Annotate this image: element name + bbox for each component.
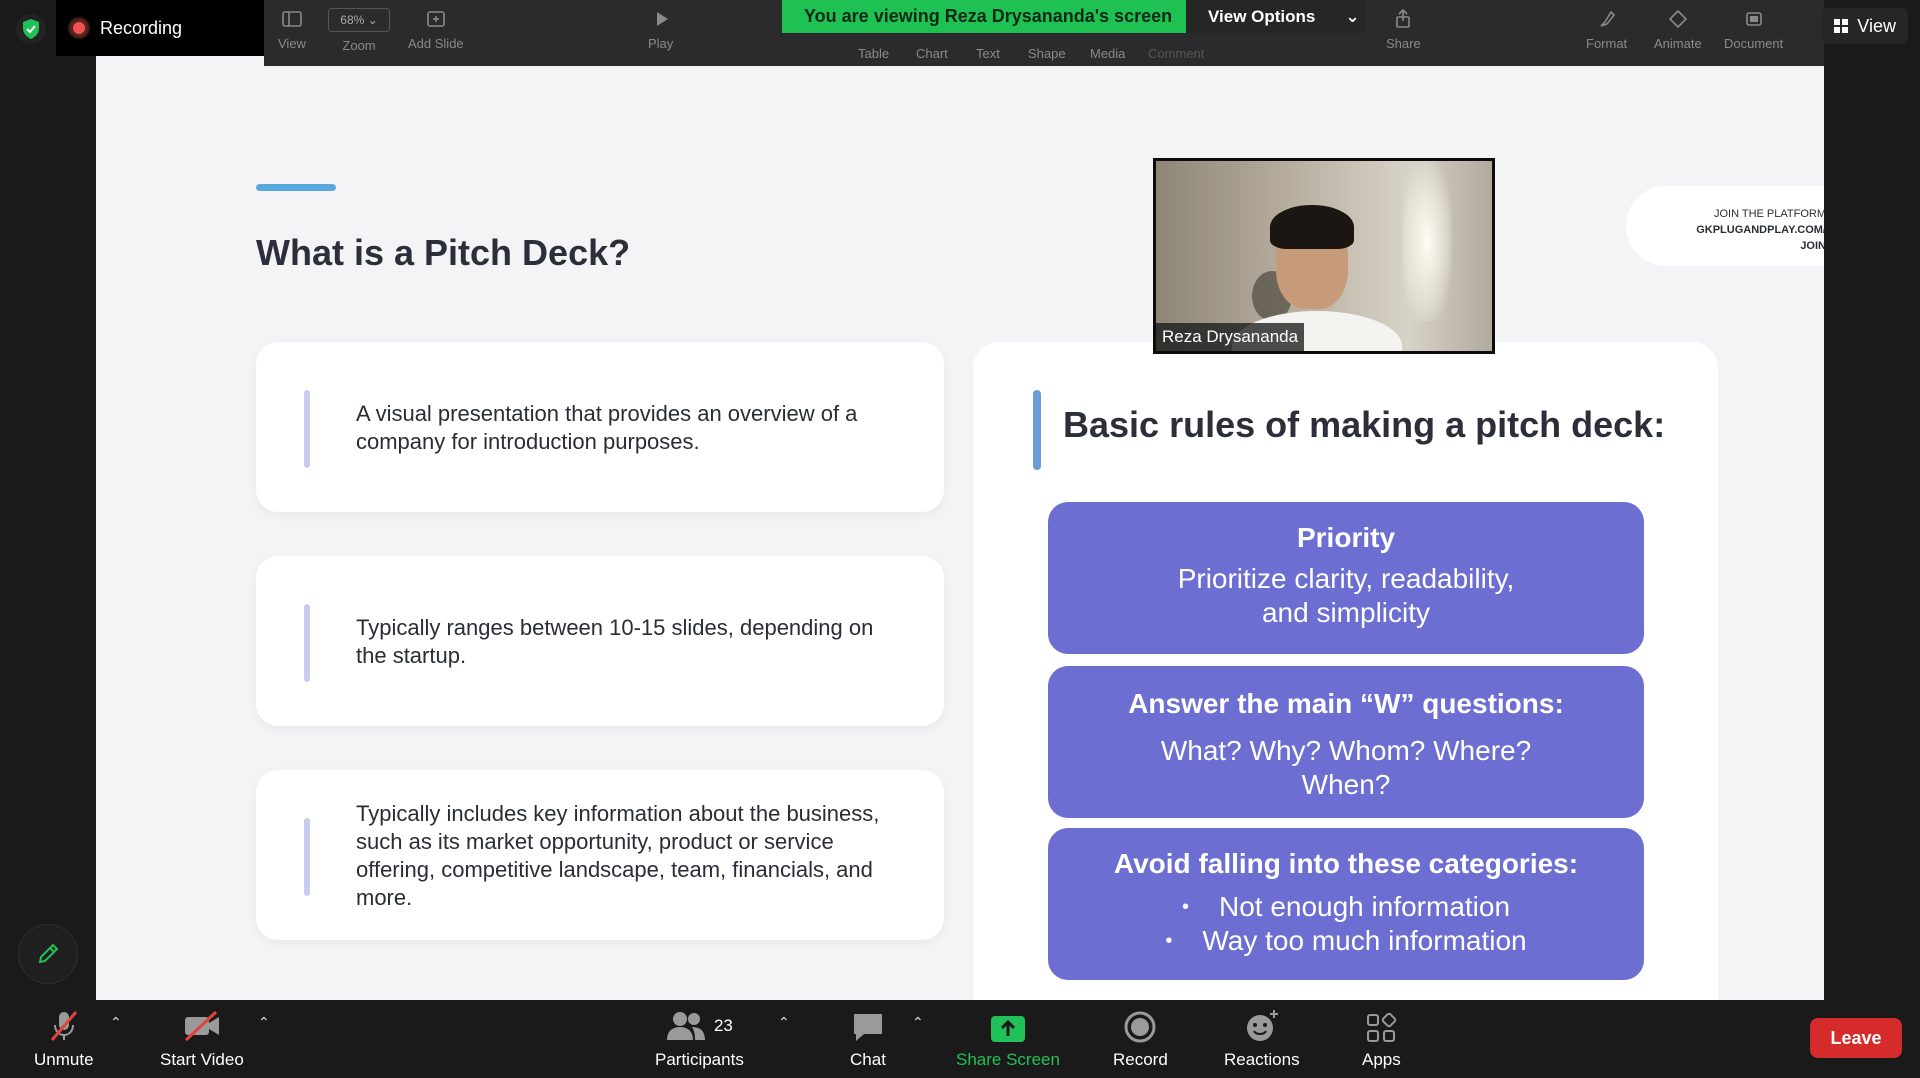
audio-options-caret[interactable]: ⌃: [110, 1014, 122, 1031]
sidebar-icon: [282, 11, 302, 27]
rule-heading: Answer the main “W” questions:: [1128, 688, 1564, 719]
presenter-name-label: Reza Drysananda: [1156, 323, 1305, 351]
rule-priority: Priority Prioritize clarity, readability…: [1048, 502, 1644, 654]
kb-table[interactable]: Table: [858, 46, 889, 61]
recording-indicator[interactable]: Recording: [56, 0, 264, 56]
apps-icon: [1367, 1012, 1397, 1042]
kb-animate[interactable]: Animate: [1654, 8, 1702, 51]
shared-screen: View 68% ⌄ Zoom Add Slide Play Table Cha…: [96, 0, 1824, 1000]
bullet-dot: •: [1165, 930, 1173, 952]
view-options-button[interactable]: View Options ⌄: [1186, 0, 1366, 33]
kb-document[interactable]: Document: [1724, 8, 1783, 51]
card-text: Typically includes key information about…: [356, 801, 880, 910]
rules-panel: Basic rules of making a pitch deck: Prio…: [973, 342, 1718, 1000]
card-accent-bar: [304, 604, 310, 682]
pencil-icon: [38, 943, 59, 964]
slide-canvas: What is a Pitch Deck? A visual presentat…: [96, 66, 1824, 1000]
reactions-button[interactable]: Reactions: [1224, 1008, 1300, 1070]
grid-icon: [1834, 19, 1849, 33]
participant-count: 23: [713, 1016, 733, 1035]
presenter-video-tile[interactable]: Reza Drysananda: [1153, 158, 1495, 354]
start-video-button[interactable]: Start Video: [160, 1008, 244, 1070]
paintbrush-icon: [1600, 10, 1615, 27]
kb-share[interactable]: Share: [1386, 8, 1421, 51]
kb-chart[interactable]: Chart: [916, 46, 948, 61]
leave-button[interactable]: Leave: [1810, 1018, 1902, 1058]
participants-options-caret[interactable]: ⌃: [778, 1014, 790, 1031]
join-platform-badge: JOIN THE PLATFORM GKPLUGANDPLAY.COM/ JOI…: [1626, 186, 1824, 266]
participants-icon: [666, 1012, 705, 1040]
encryption-shield[interactable]: [16, 14, 46, 44]
kb-zoom[interactable]: 68% ⌄ Zoom: [328, 8, 390, 53]
view-layout-button[interactable]: View: [1821, 8, 1908, 44]
rules-title: Basic rules of making a pitch deck:: [1063, 404, 1666, 445]
title-accent-line: [256, 184, 336, 191]
kb-text[interactable]: Text: [976, 46, 1000, 61]
info-card-1: A visual presentation that provides an o…: [256, 342, 944, 512]
viewing-banner: You are viewing Reza Drysananda's screen: [782, 0, 1195, 33]
info-card-3: Typically includes key information about…: [256, 770, 944, 940]
rules-accent-bar: [1033, 390, 1041, 470]
annotate-button[interactable]: [18, 924, 78, 984]
background-light: [1402, 161, 1452, 321]
rule-heading: Avoid falling into these categories:: [1113, 848, 1579, 879]
kb-comment[interactable]: Comment: [1148, 46, 1204, 61]
rule-avoid: Avoid falling into these categories: • No…: [1048, 828, 1644, 980]
chat-bubble-icon: [854, 1014, 882, 1041]
muted-mic-icon: [50, 1011, 77, 1041]
chevron-down-icon: ⌄: [1345, 6, 1360, 26]
shield-icon: [23, 19, 39, 39]
record-dot-icon: [70, 19, 88, 37]
share-icon: [1396, 8, 1411, 28]
kb-media[interactable]: Media: [1090, 46, 1125, 61]
bullet-dot: •: [1181, 896, 1189, 918]
smiley-plus-icon: [1246, 1010, 1278, 1041]
info-card-2: Typically ranges between 10-15 slides, d…: [256, 556, 944, 726]
add-slide-icon: [427, 11, 445, 27]
video-off-icon: [184, 1010, 219, 1042]
zoom-select[interactable]: 68% ⌄: [328, 8, 390, 32]
rule-bullet: • Not enough information: [1181, 891, 1511, 922]
rule-heading: Priority: [1296, 522, 1396, 553]
kb-shape[interactable]: Shape: [1028, 46, 1066, 61]
zoom-meeting-window: View 68% ⌄ Zoom Add Slide Play Table Cha…: [0, 0, 1920, 1078]
kb-view[interactable]: View: [278, 8, 306, 51]
record-icon: [1124, 1011, 1156, 1043]
rule-bullet: • Way too much information: [1165, 925, 1527, 956]
share-screen-icon: [990, 1016, 1025, 1042]
rule-body-line: When?: [1301, 769, 1391, 800]
rule-body-line: What? Why? Whom? Where?: [1160, 735, 1532, 766]
video-options-caret[interactable]: ⌃: [258, 1014, 270, 1031]
chat-options-caret[interactable]: ⌃: [912, 1014, 924, 1031]
play-icon: [656, 12, 668, 26]
slide-title: What is a Pitch Deck?: [256, 232, 631, 273]
record-button[interactable]: Record: [1113, 1008, 1168, 1070]
document-icon: [1745, 12, 1762, 26]
rule-body-line: Prioritize clarity, readability,: [1177, 563, 1515, 594]
card-text: Typically ranges between 10-15 slides, d…: [356, 615, 874, 668]
rule-w-questions: Answer the main “W” questions: What? Why…: [1048, 666, 1644, 818]
card-accent-bar: [304, 390, 310, 468]
rule-body-line: and simplicity: [1261, 597, 1431, 628]
chat-button[interactable]: Chat: [850, 1008, 886, 1070]
unmute-button[interactable]: Unmute: [34, 1008, 94, 1070]
participants-button[interactable]: 23 Participants: [655, 1008, 744, 1070]
kb-play[interactable]: Play: [648, 8, 673, 51]
share-screen-button[interactable]: Share Screen: [956, 1008, 1060, 1070]
kb-format[interactable]: Format: [1586, 8, 1627, 51]
kb-add-slide[interactable]: Add Slide: [408, 8, 464, 51]
card-text: A visual presentation that provides an o…: [356, 401, 858, 454]
diamond-icon: [1668, 9, 1687, 29]
card-accent-bar: [304, 818, 310, 896]
presenter-hair: [1270, 205, 1354, 249]
meeting-controls-bar: Unmute ⌃ Start Video ⌃ 23 Participants ⌃…: [0, 1000, 1920, 1078]
apps-button[interactable]: Apps: [1362, 1008, 1401, 1070]
